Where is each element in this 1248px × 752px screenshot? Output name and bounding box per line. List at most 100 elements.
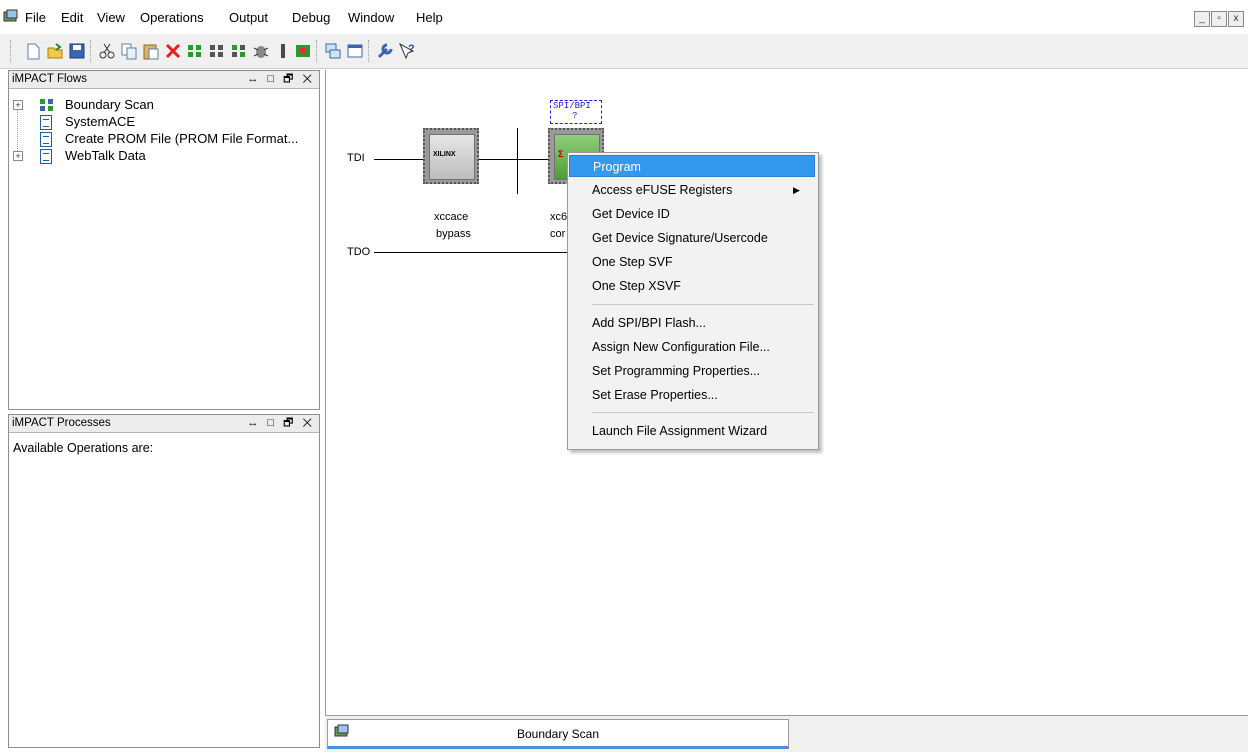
delete-icon[interactable] [164,42,182,60]
menu-item-label: Assign New Configuration File... [592,340,770,354]
document-icon [40,115,52,130]
tree-item-label: SystemACE [65,114,136,129]
menu-item-label: Get Device ID [592,207,670,221]
paste-icon[interactable] [142,42,160,60]
impact-flows-panel: iMPACT Flows ↔ □ 🗗 ✕ + Boundary Scan Sys… [8,70,320,410]
spi-bpi-label: SPI/BPI [553,101,591,111]
tdo-wire [374,252,570,253]
processes-panel-title: iMPACT Processes [12,417,111,429]
chain-vertical-wire [517,128,518,194]
new-icon[interactable] [24,42,42,60]
xilinx-logo: Σ [558,149,564,159]
menu-file[interactable]: File [25,10,46,25]
minimize-button[interactable]: _ [1194,11,1210,27]
initialize-chain-icon[interactable] [186,42,204,60]
device-xccace-chip[interactable]: XILINX [423,128,479,184]
tdo-label: TDO [347,246,371,258]
tdi-wire [374,159,424,160]
tab-label: Boundary Scan [516,727,600,741]
document-tab-bar: Boundary Scan [325,715,1248,752]
device-context-menu: Program Access eFUSE Registers ▶ Get Dev… [567,152,819,450]
processes-panel-title-bar: iMPACT Processes ↔ □ 🗗 ✕ [9,415,319,433]
tree-item-label: WebTalk Data [65,148,146,163]
grid-icon[interactable] [208,42,226,60]
impact-app-icon[interactable] [3,9,19,25]
menu-help[interactable]: Help [416,10,443,25]
menu-item-set-erase-properties[interactable]: Set Erase Properties... [569,384,815,406]
available-operations-text: Available Operations are: [13,441,154,455]
document-icon [40,149,52,164]
window-controls: _ ▫ x [1194,11,1244,27]
toolbar-grip [10,40,13,62]
menu-item-label: Get Device Signature/Usercode [592,231,768,245]
menu-item-assign-new-configuration-file[interactable]: Assign New Configuration File... [569,336,815,358]
flows-panel-title-bar: iMPACT Flows ↔ □ 🗗 ✕ [9,71,319,89]
tab-boundary-scan[interactable]: Boundary Scan [327,719,789,749]
menu-item-get-device-id[interactable]: Get Device ID [569,203,815,225]
expand-icon[interactable]: + [13,100,23,110]
restore-button[interactable]: ▫ [1211,11,1227,27]
assign-icon[interactable] [230,42,248,60]
menu-window[interactable]: Window [348,10,394,25]
chip-body: XILINX [429,134,475,180]
cut-icon[interactable] [98,42,116,60]
tree-item-label: Boundary Scan [65,97,154,112]
svg-text:?: ? [408,43,415,55]
device-name-label: xccace [434,211,469,223]
menu-bar: File Edit View Operations Output Debug W… [0,0,1248,34]
menu-item-access-efuse-registers[interactable]: Access eFUSE Registers ▶ [569,179,815,201]
menu-item-label: Access eFUSE Registers [592,183,733,197]
menu-operations[interactable]: Operations [140,10,204,25]
menu-debug[interactable]: Debug [292,10,330,25]
menu-item-label: One Step XSVF [592,279,681,293]
copy-icon[interactable] [120,42,138,60]
expand-icon[interactable]: + [13,151,23,161]
menu-item-set-programming-properties[interactable]: Set Programming Properties... [569,360,815,382]
menu-view[interactable]: View [97,10,125,25]
menu-item-one-step-svf[interactable]: One Step SVF [569,251,815,273]
impact-processes-panel: iMPACT Processes ↔ □ 🗗 ✕ Available Opera… [8,414,320,748]
menu-item-add-spi-bpi-flash[interactable]: Add SPI/BPI Flash... [569,312,815,334]
chain-wire [476,159,551,160]
boundary-scan-icon [40,99,53,111]
document-icon [40,132,52,147]
toolbar-separator [316,40,319,62]
spi-bpi-flash-tag[interactable]: SPI/BPI ? [550,100,602,124]
menu-item-label: One Step SVF [592,255,673,269]
menu-item-get-device-signature[interactable]: Get Device Signature/Usercode [569,227,815,249]
close-button[interactable]: x [1228,11,1244,27]
menu-item-label: Launch File Assignment Wizard [592,424,768,438]
chain-icon[interactable] [274,42,292,60]
menu-item-label: Set Erase Properties... [592,388,718,402]
menu-separator [592,412,814,413]
save-icon[interactable] [68,42,86,60]
xilinx-logo: XILINX [433,151,456,158]
menu-item-launch-file-assignment-wizard[interactable]: Launch File Assignment Wizard [569,420,815,442]
tile-icon[interactable] [324,42,342,60]
menu-edit[interactable]: Edit [61,10,83,25]
help-icon[interactable]: ? [398,42,416,60]
menu-item-label: Set Programming Properties... [592,364,761,378]
processes-panel-controls[interactable]: ↔ □ 🗗 ✕ [247,415,315,432]
device-name-label: xc6 [550,211,568,223]
flows-panel-controls[interactable]: ↔ □ 🗗 ✕ [247,71,315,88]
menu-item-label: Program [593,160,641,174]
wrench-icon[interactable] [376,42,394,60]
device-state-label: bypass [436,228,471,240]
menu-separator [592,304,814,305]
chain-assign-icon[interactable] [294,42,312,60]
tdi-label: TDI [347,152,365,164]
menu-item-one-step-xsvf[interactable]: One Step XSVF [569,275,815,297]
toolbar-separator [368,40,371,62]
toolbar-separator [90,40,93,62]
window-icon[interactable] [346,42,364,60]
menu-item-label: Add SPI/BPI Flash... [592,316,706,330]
menu-item-program[interactable]: Program [569,155,815,177]
debug-icon[interactable] [252,42,270,60]
submenu-arrow-icon: ▶ [793,185,800,195]
device-state-label: cor [550,228,566,240]
flows-panel-title: iMPACT Flows [12,73,87,85]
menu-output[interactable]: Output [229,10,268,25]
spi-bpi-unknown: ? [572,111,578,121]
open-icon[interactable] [46,42,64,60]
